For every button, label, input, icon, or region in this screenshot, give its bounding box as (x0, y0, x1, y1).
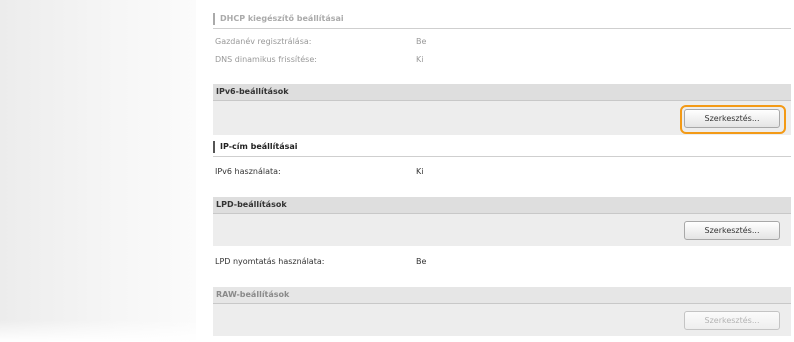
dhcp-subheading-label: DHCP kiegészítő beállításai (220, 14, 344, 23)
lpd-section-header: LPD-beállítások (213, 197, 791, 214)
ip-address-subheading-label: IP-cím beállításai (220, 142, 298, 151)
dhcp-hostname-label: Gazdanév regisztrálása: (215, 37, 312, 46)
lpd-use-label: LPD nyomtatás használata: (215, 257, 325, 266)
lpd-section-title: LPD-beállítások (216, 200, 287, 209)
divider (213, 156, 791, 157)
raw-section-header: RAW-beállítások (213, 287, 791, 304)
ipv6-use-label: IPv6 használata: (215, 167, 281, 176)
dhcp-dns-value: Ki (416, 55, 424, 64)
raw-edit-button-label: Szerkesztés... (704, 316, 760, 325)
lpd-edit-button-label: Szerkesztés... (704, 226, 760, 235)
lpd-edit-button[interactable]: Szerkesztés... (684, 221, 780, 240)
dhcp-row-dns: DNS dinamikus frissítése: Ki (213, 55, 791, 67)
ip-address-subheading: IP-cím beállításai (213, 141, 791, 153)
lpd-row-use: LPD nyomtatás használata: Be (213, 257, 791, 269)
lpd-section-toolbar: Szerkesztés... (213, 214, 791, 246)
dhcp-subheading: DHCP kiegészítő beállításai (213, 13, 791, 25)
ipv6-section-header: IPv6-beállítások (213, 84, 791, 101)
raw-section-toolbar: Szerkesztés... (213, 304, 791, 336)
raw-edit-button[interactable]: Szerkesztés... (684, 311, 780, 330)
ipv6-use-value: Ki (416, 167, 424, 176)
ipv6-row-use: IPv6 használata: Ki (213, 167, 791, 179)
ipv6-section-title: IPv6-beállítások (216, 87, 289, 96)
settings-content: DHCP kiegészítő beállításai Gazdanév reg… (213, 0, 791, 342)
dhcp-hostname-value: Be (416, 37, 427, 46)
sidebar (0, 0, 196, 342)
ipv6-edit-button-label: Szerkesztés... (704, 114, 760, 123)
ipv6-edit-button[interactable]: Szerkesztés... (684, 109, 780, 128)
dhcp-dns-label: DNS dinamikus frissítése: (215, 55, 317, 64)
raw-section-title: RAW-beállítások (216, 290, 290, 299)
divider (213, 28, 791, 29)
dhcp-row-hostname: Gazdanév regisztrálása: Be (213, 37, 791, 49)
ipv6-section-toolbar: Szerkesztés... (213, 101, 791, 135)
lpd-use-value: Be (416, 257, 427, 266)
